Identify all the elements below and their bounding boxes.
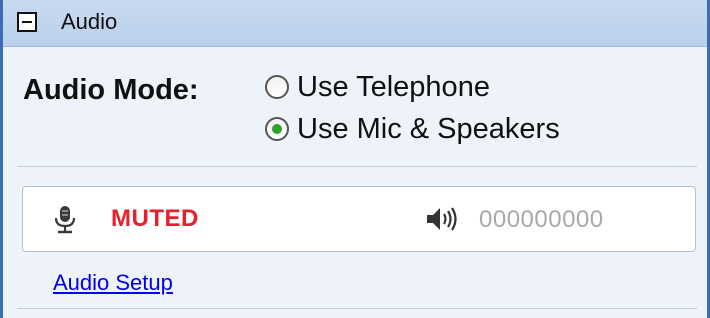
audio-panel: Audio Audio Mode: Use Telephone Use Mic …	[0, 0, 710, 318]
radio-label-telephone[interactable]: Use Telephone	[297, 71, 490, 104]
mic-status-text: MUTED	[111, 205, 199, 232]
divider	[17, 308, 697, 309]
radio-label-mic-speakers[interactable]: Use Mic & Speakers	[297, 113, 560, 146]
speaker-icon[interactable]	[425, 205, 459, 233]
radio-use-mic-speakers[interactable]: Use Mic & Speakers	[265, 112, 560, 146]
radio-button-unchecked[interactable]	[265, 75, 289, 99]
microphone-icon[interactable]	[53, 205, 77, 235]
speaker-level-meter: 000000000	[479, 206, 604, 233]
panel-header[interactable]: Audio	[3, 0, 707, 47]
panel-title: Audio	[61, 9, 118, 34]
radio-button-checked[interactable]	[265, 117, 289, 141]
audio-mode-label: Audio Mode:	[23, 74, 199, 106]
collapse-icon[interactable]	[17, 12, 37, 32]
audio-setup-link[interactable]: Audio Setup	[53, 270, 173, 296]
audio-status-box: MUTED 000000000	[22, 186, 696, 252]
divider	[17, 166, 697, 167]
radio-use-telephone[interactable]: Use Telephone	[265, 70, 490, 104]
